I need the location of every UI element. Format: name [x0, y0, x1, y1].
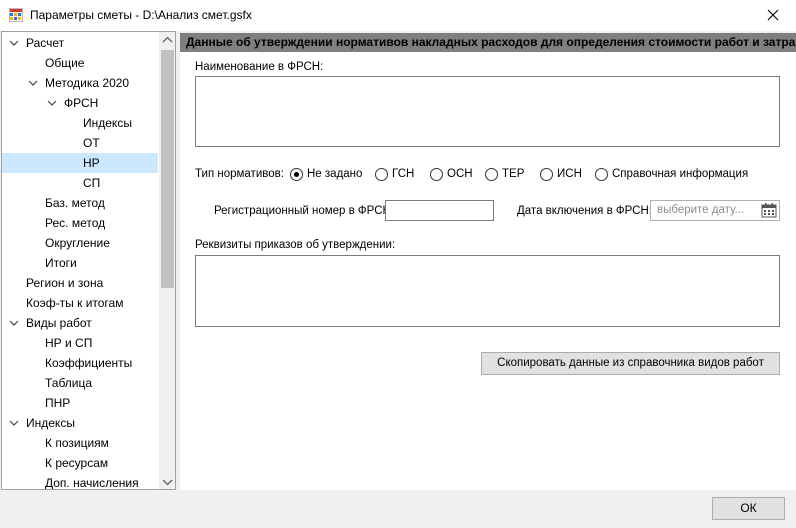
chevron-down-icon[interactable] [28, 79, 38, 87]
tree-item-label: К позициям [45, 436, 109, 450]
chevron-down-icon[interactable] [9, 39, 19, 47]
orders-label: Реквизиты приказов об утверждении: [195, 239, 396, 251]
radio-label: Не задано [307, 168, 363, 180]
tree-item-label: Виды работ [26, 316, 92, 330]
ok-button[interactable]: ОК [712, 497, 785, 520]
tree-item-label: НР и СП [45, 336, 93, 350]
tree-item-label: ФРСН [64, 96, 99, 110]
name-textarea[interactable] [195, 76, 780, 147]
tree-item[interactable]: Коэф-ты к итогам [2, 293, 158, 313]
tree-item-label: СП [83, 176, 101, 190]
tree-item[interactable]: Расчет [2, 33, 158, 53]
tree-item[interactable]: Коэффициенты [2, 353, 158, 373]
tree-item-label: Рес. метод [45, 216, 106, 230]
tree-item-label: ПНР [45, 396, 71, 410]
tree-item[interactable]: Округление [2, 233, 158, 253]
radio-circle[interactable] [290, 168, 303, 181]
radio-circle[interactable] [430, 168, 443, 181]
tree-item[interactable]: Баз. метод [2, 193, 158, 213]
chevron-down-icon[interactable] [9, 319, 19, 327]
tree-item[interactable]: Методика 2020 [2, 73, 158, 93]
close-icon [767, 9, 779, 21]
tree-item-label: К ресурсам [45, 456, 109, 470]
tree-item[interactable]: НР [2, 153, 158, 173]
tree-item-label: Общие [45, 56, 85, 70]
tree-item-label: Таблица [45, 376, 93, 390]
chevron-down-icon[interactable] [47, 99, 57, 107]
scroll-down-icon[interactable] [162, 478, 173, 486]
tree-item-label: Методика 2020 [45, 76, 130, 90]
tree-item[interactable]: Таблица [2, 373, 158, 393]
tree-item-label: Итоги [45, 256, 77, 270]
tree-item[interactable]: Общие [2, 53, 158, 73]
tree-item-label: Коэффициенты [45, 356, 133, 370]
radio-label: Справочная информация [612, 168, 749, 180]
scrollbar-thumb[interactable] [161, 50, 174, 288]
tree-item-label: Индексы [83, 116, 132, 130]
radio-label: ОСН [447, 168, 473, 180]
tree-item[interactable]: ПНР [2, 393, 158, 413]
date-placeholder: выберите дату... [657, 204, 745, 216]
tree-item-label: НР [83, 156, 100, 170]
radio-label: ИСН [557, 168, 582, 180]
tree-item[interactable]: Виды работ [2, 313, 158, 333]
radio-dot [294, 172, 299, 177]
tree-scrollbar[interactable] [159, 32, 175, 489]
tree-item[interactable]: СП [2, 173, 158, 193]
tree-item-label: Расчет [26, 36, 65, 50]
tree-item[interactable]: К ресурсам [2, 453, 158, 473]
radio-label: ГСН [392, 168, 415, 180]
radio-circle[interactable] [540, 168, 553, 181]
section-header: Данные об утверждении нормативов накладн… [180, 33, 796, 52]
tree-item[interactable]: ОТ [2, 133, 158, 153]
tree-item-label: Регион и зона [26, 276, 104, 290]
reg-number-input[interactable] [385, 200, 494, 221]
date-label: Дата включения в ФРСН: [517, 205, 652, 217]
tree-item-label: ОТ [83, 136, 100, 150]
app-icon [9, 8, 23, 22]
radio-circle[interactable] [375, 168, 388, 181]
calendar-icon[interactable] [761, 203, 777, 218]
tree-item[interactable]: Итоги [2, 253, 158, 273]
tree-item-label: Доп. начисления [45, 476, 139, 490]
tree-item[interactable]: Рес. метод [2, 213, 158, 233]
window-title: Параметры сметы - D:\Анализ смет.gsfx [30, 8, 252, 22]
norm-type-label: Тип нормативов: [195, 168, 284, 180]
chevron-down-icon[interactable] [9, 419, 19, 427]
radio-circle[interactable] [485, 168, 498, 181]
tree-item-label: Баз. метод [45, 196, 105, 210]
scroll-up-icon[interactable] [162, 36, 173, 44]
tree-item[interactable]: Индексы [2, 413, 158, 433]
copy-from-reference-button[interactable]: Скопировать данные из справочника видов … [481, 352, 780, 375]
name-label: Наименование в ФРСН: [195, 61, 324, 73]
title-bar: Параметры сметы - D:\Анализ смет.gsfx [0, 0, 796, 31]
tree-item[interactable]: ФРСН [2, 93, 158, 113]
tree-item[interactable]: Индексы [2, 113, 158, 133]
close-button[interactable] [750, 0, 796, 31]
tree-item-label: Коэф-ты к итогам [26, 296, 124, 310]
radio-circle[interactable] [595, 168, 608, 181]
settings-tree[interactable]: Расчет Общие Методика 2020 ФРСН Индексы ОТ НР С… [1, 31, 176, 490]
tree-item[interactable]: НР и СП [2, 333, 158, 353]
settings-panel: Наименование в ФРСН: Тип нормативов: Не … [180, 52, 796, 490]
reg-number-label: Регистрационный номер в ФРСН: [214, 205, 395, 217]
radio-label: ТЕР [502, 168, 525, 180]
tree-item[interactable]: Регион и зона [2, 273, 158, 293]
date-picker[interactable]: выберите дату... [650, 200, 780, 221]
orders-textarea[interactable] [195, 255, 780, 327]
tree-item[interactable]: К позициям [2, 433, 158, 453]
tree-item[interactable]: Доп. начисления [2, 473, 158, 490]
tree-item-label: Индексы [26, 416, 75, 430]
tree-item-label: Округление [45, 236, 110, 250]
